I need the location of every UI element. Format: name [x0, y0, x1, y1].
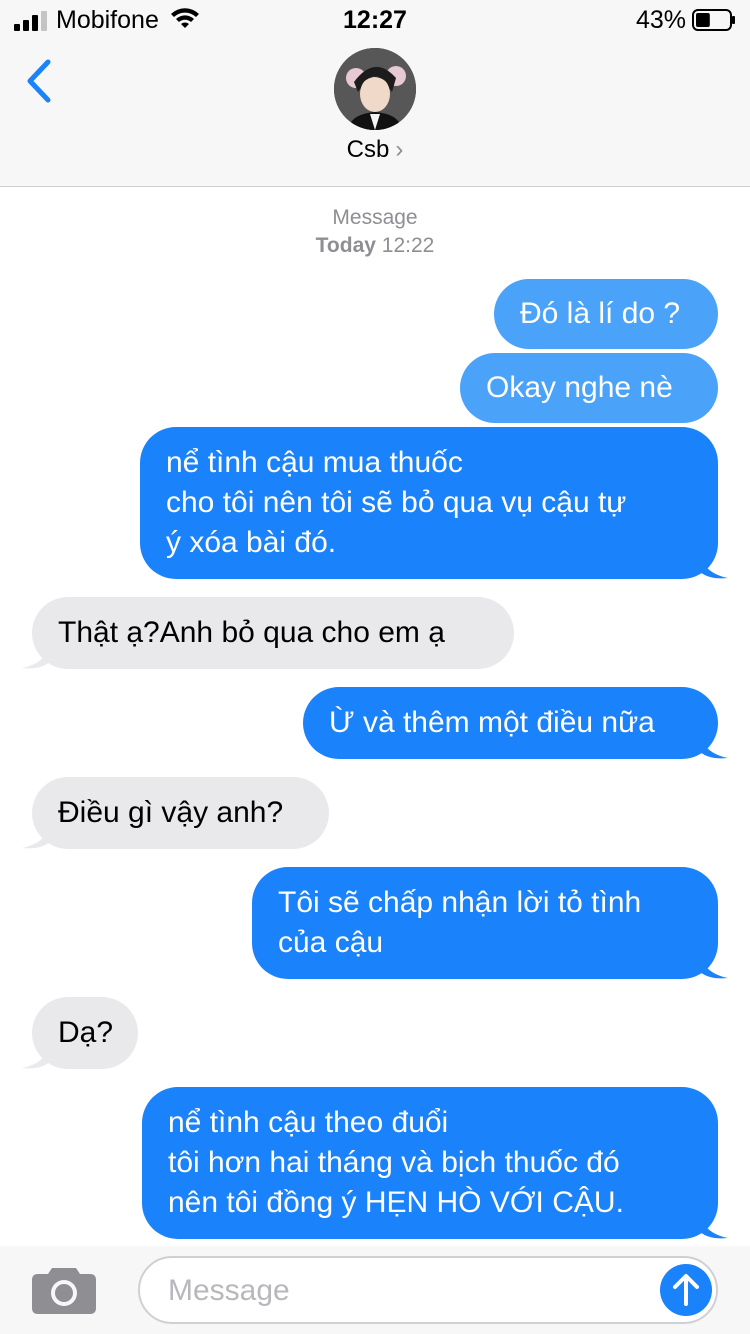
message-bubble-outgoing[interactable]: Ừ và thêm một điều nữa	[303, 687, 718, 759]
contact-photo-icon	[334, 48, 416, 130]
composer-bar	[0, 1246, 750, 1334]
avatar[interactable]	[334, 48, 416, 130]
contact-name: Csb	[346, 136, 390, 163]
bubble-tail-icon	[700, 736, 728, 759]
bubble-tail-icon	[22, 646, 50, 669]
message-bubble-outgoing[interactable]: nể tình cậu theo đuổi tôi hơn hai tháng …	[142, 1087, 718, 1239]
arrow-up-icon	[673, 1274, 699, 1306]
camera-icon[interactable]	[32, 1264, 96, 1314]
battery-percent: 43%	[636, 6, 687, 34]
contact-name-button[interactable]: Csb ›	[0, 136, 750, 164]
conversation-header: Csb ›	[0, 40, 750, 187]
message-bubble-outgoing[interactable]: nể tình cậu mua thuốc cho tôi nên tôi sẽ…	[140, 427, 718, 579]
timestamp-day: Today	[315, 234, 376, 257]
message-bubble-incoming[interactable]: Thật ạ?Anh bỏ qua cho em ạ	[32, 597, 514, 669]
message-bubble-outgoing[interactable]: Đó là lí do ?	[494, 279, 718, 349]
message-bubble-outgoing[interactable]: Okay nghe nè	[460, 353, 718, 423]
bubble-tail-icon	[700, 556, 728, 579]
chevron-right-icon: ›	[395, 136, 404, 163]
message-field[interactable]	[138, 1256, 718, 1324]
message-bubble-outgoing[interactable]: Tôi sẽ chấp nhận lời tỏ tình của cậu	[252, 867, 718, 979]
message-bubble-incoming[interactable]: Điều gì vậy anh?	[32, 777, 329, 849]
bubble-tail-icon	[22, 1046, 50, 1069]
status-bar: Mobifone 12:27 43%	[0, 0, 750, 40]
bubble-tail-icon	[22, 826, 50, 849]
timestamp: Today 12:22	[0, 232, 750, 260]
service-label: Message	[332, 206, 418, 229]
timestamp-time: 12:22	[381, 234, 435, 257]
bubble-tail-icon	[700, 1216, 728, 1239]
battery-icon	[692, 9, 735, 31]
send-button[interactable]	[660, 1264, 712, 1316]
bubble-tail-icon	[700, 956, 728, 979]
back-chevron-icon[interactable]	[22, 58, 54, 104]
message-input[interactable]	[166, 1270, 630, 1312]
